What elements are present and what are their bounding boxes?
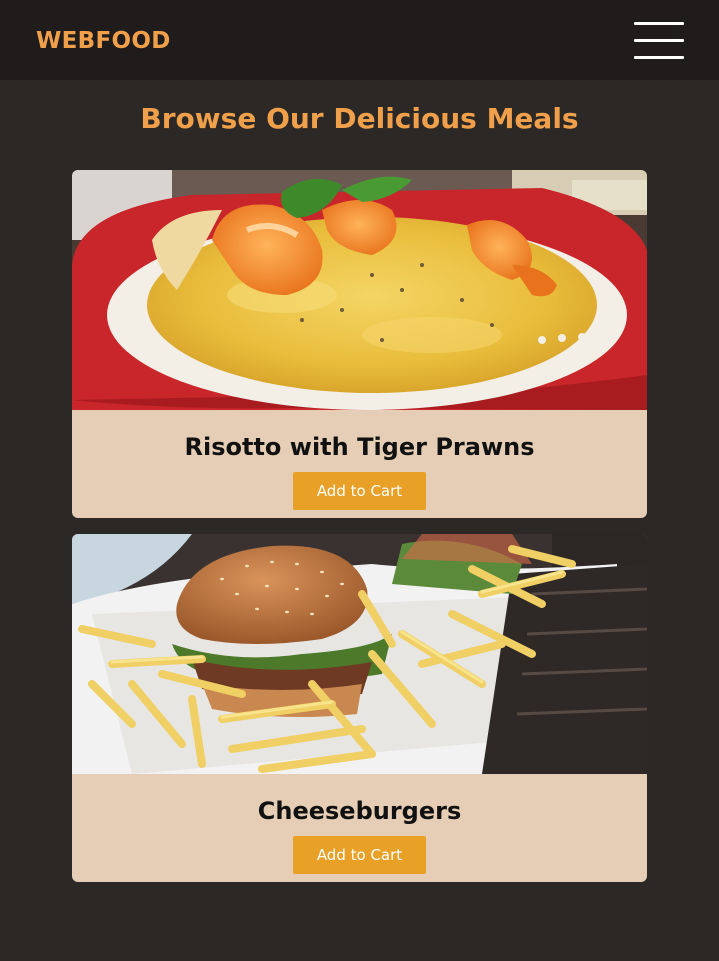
menu-bar-bottom	[634, 56, 684, 59]
brand-logo[interactable]: WEBFOOD	[36, 27, 171, 55]
menu-bar-top	[634, 22, 684, 25]
meal-title: Risotto with Tiger Prawns	[184, 433, 535, 461]
hamburger-menu-icon[interactable]	[634, 22, 684, 60]
meal-card-cheeseburgers: Cheeseburgers Add to Cart	[72, 534, 647, 882]
page-title: Browse Our Delicious Meals	[140, 102, 579, 135]
cheeseburger-with-fries-photo	[72, 534, 647, 774]
meal-card-risotto: Risotto with Tiger Prawns Add to Cart	[72, 170, 647, 518]
add-to-cart-button[interactable]: Add to Cart	[293, 472, 426, 510]
navbar: WEBFOOD	[0, 0, 719, 80]
add-to-cart-button[interactable]: Add to Cart	[293, 836, 426, 874]
menu-bar-middle	[634, 39, 684, 42]
risotto-with-prawns-photo	[72, 170, 647, 410]
meal-title: Cheeseburgers	[257, 797, 462, 825]
